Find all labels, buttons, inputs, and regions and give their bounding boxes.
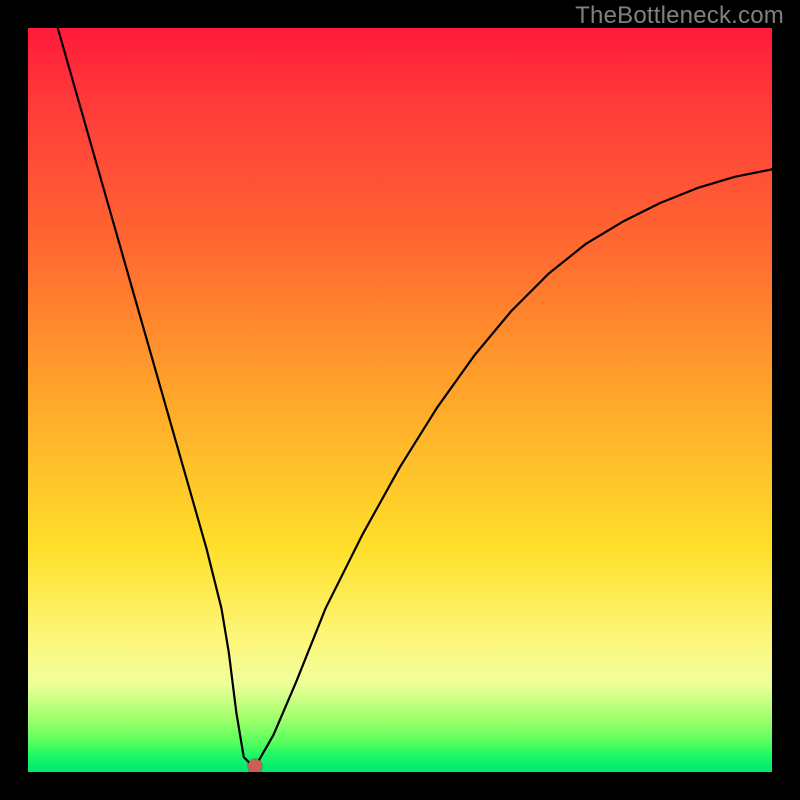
chart-frame: TheBottleneck.com: [0, 0, 800, 800]
plot-area: [28, 28, 772, 772]
bottleneck-curve: [28, 28, 772, 772]
watermark-text: TheBottleneck.com: [575, 2, 784, 30]
optimum-marker: [248, 759, 262, 772]
